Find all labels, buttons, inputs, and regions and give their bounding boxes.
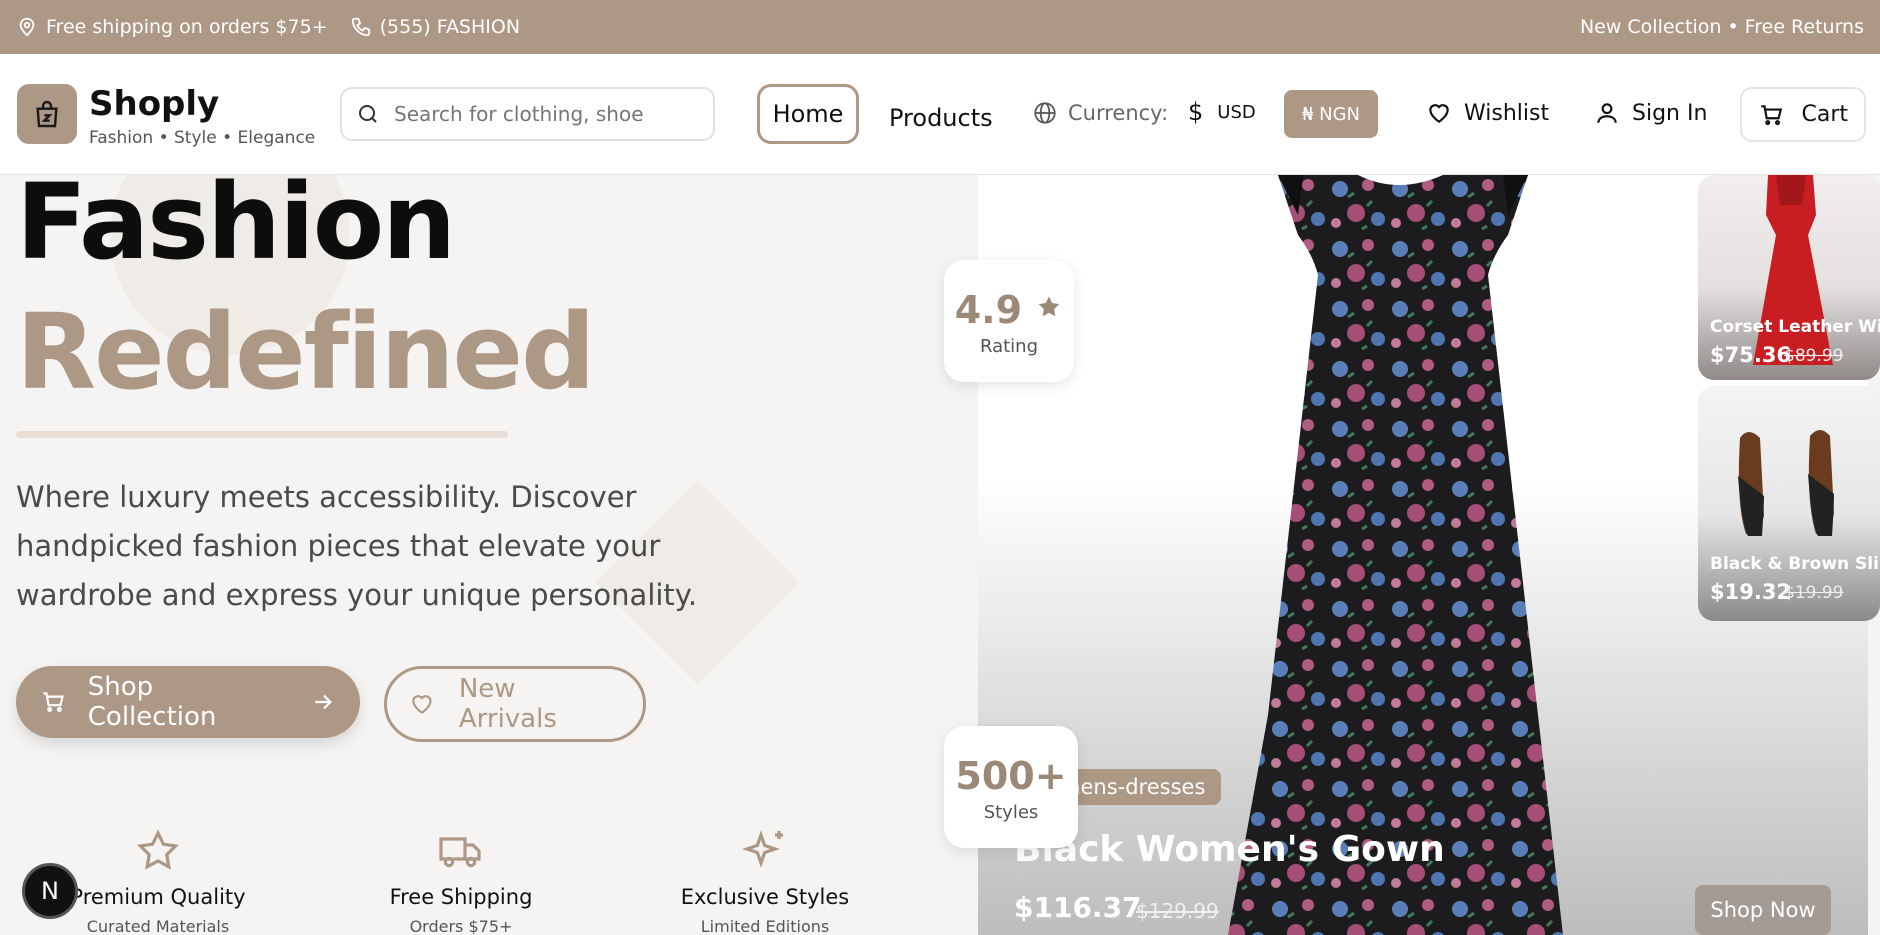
product-title[interactable]: Black Women's Gown [1014,829,1445,870]
brand-name[interactable]: Shoply [89,84,219,124]
side-product-price: $75.36 [1710,343,1792,367]
currency-label-text: Currency: [1068,101,1169,125]
hero-section: Fashion Redefined Where luxury meets acc… [0,175,978,935]
currency-usd-label: USD [1217,101,1256,123]
rating-label: Rating [979,336,1039,357]
styles-stat-card: 500+ Styles [944,726,1078,848]
currency-usd-option[interactable]: $ USD [1188,98,1256,126]
heart-icon [1429,104,1449,123]
styles-value: 500+ [955,754,1067,798]
feature-title: Free Shipping [389,885,533,909]
styles-label: Styles [983,802,1039,823]
dev-tools-badge[interactable]: N [22,863,78,919]
promo-phone[interactable]: (555) FASHION [350,16,520,38]
user-icon [1597,103,1617,123]
shop-collection-button[interactable]: Shop Collection [16,666,360,738]
cart-button[interactable]: Cart [1740,87,1866,142]
side-product-card[interactable]: Black & Brown Slip... $19.32 $19.99 [1698,386,1880,621]
wishlist-link[interactable]: Wishlist [1426,100,1549,126]
sparkles-icon [742,830,783,868]
feature-subtitle: Curated Materials [86,917,230,935]
globe-icon [1034,102,1056,124]
feature-free-shipping: Free Shipping Orders $75+ [361,827,561,935]
signin-label: Sign In [1632,100,1708,126]
brand-tagline: Fashion • Style • Elegance [89,128,316,148]
product-old-price: $129.99 [1136,899,1219,923]
shop-now-button[interactable]: Shop Now [1695,885,1831,935]
hero-title-line2: Redefined [16,291,596,413]
heart-icon [412,695,432,714]
search-icon [359,105,377,123]
cart-label: Cart [1801,102,1848,127]
promo-right-text: New Collection • Free Returns [1579,16,1864,38]
hero-title-line1: Fashion [16,175,456,283]
currency-label: Currency: [1032,100,1168,126]
feature-exclusive-styles: Exclusive Styles Limited Editions [665,827,865,935]
feature-title: Premium Quality [70,885,246,909]
rating-value: 4.9 [954,288,1023,332]
new-arrivals-button[interactable]: New Arrivals [384,666,646,742]
promo-bar: Free shipping on orders $75+ (555) FASHI… [0,0,1880,54]
phone-icon [351,17,370,37]
product-price: $116.37 [1014,891,1142,924]
rating-stat-card: 4.9 Rating [944,260,1074,382]
star-icon [1039,296,1060,317]
feature-subtitle: Limited Editions [700,917,830,935]
location-pin-icon [19,17,35,37]
logo[interactable] [17,84,77,144]
promo-shipping-text: Free shipping on orders $75+ [46,16,328,38]
nav-products[interactable]: Products [889,104,993,132]
cart-icon [1761,104,1783,125]
currency-ngn-option[interactable]: ₦ NGN [1284,90,1378,138]
feature-premium-quality: Premium Quality Curated Materials [58,827,258,935]
new-arrivals-label: New Arrivals [458,674,557,734]
truck-icon [439,837,481,868]
search-input[interactable] [394,102,644,126]
dollar-icon: $ [1188,98,1204,126]
feature-title: Exclusive Styles [680,885,850,909]
hero-description: Where luxury meets accessibility. Discov… [16,480,698,612]
signin-link[interactable]: Sign In [1594,100,1707,126]
rating-value-row: 4.9 [944,288,1074,332]
side-product-price: $19.32 [1710,580,1792,604]
wishlist-label: Wishlist [1464,100,1550,126]
side-product-card[interactable]: Corset Leather Wit... $75.36 $89.99 [1698,175,1880,380]
nav-home[interactable]: Home [757,84,859,144]
site-header: Shoply Fashion • Style • Elegance Home P… [0,54,1880,175]
star-icon [136,829,180,870]
shopping-bag-icon [36,100,58,128]
side-product-old-price: $19.99 [1784,583,1844,603]
arrow-right-icon [315,694,333,710]
side-product-old-price: $89.99 [1784,346,1844,366]
dress-image [1228,175,1563,935]
cart-icon [43,692,64,712]
shop-collection-label: Shop Collection [87,672,217,732]
hero-title-underline [16,431,508,438]
promo-phone-text: (555) FASHION [379,16,521,38]
side-product-name: Black & Brown Slip... [1710,554,1880,574]
promo-shipping: Free shipping on orders $75+ [16,16,328,38]
side-product-name: Corset Leather Wit... [1710,317,1880,337]
feature-subtitle: Orders $75+ [409,917,513,935]
search-box[interactable] [340,87,715,141]
